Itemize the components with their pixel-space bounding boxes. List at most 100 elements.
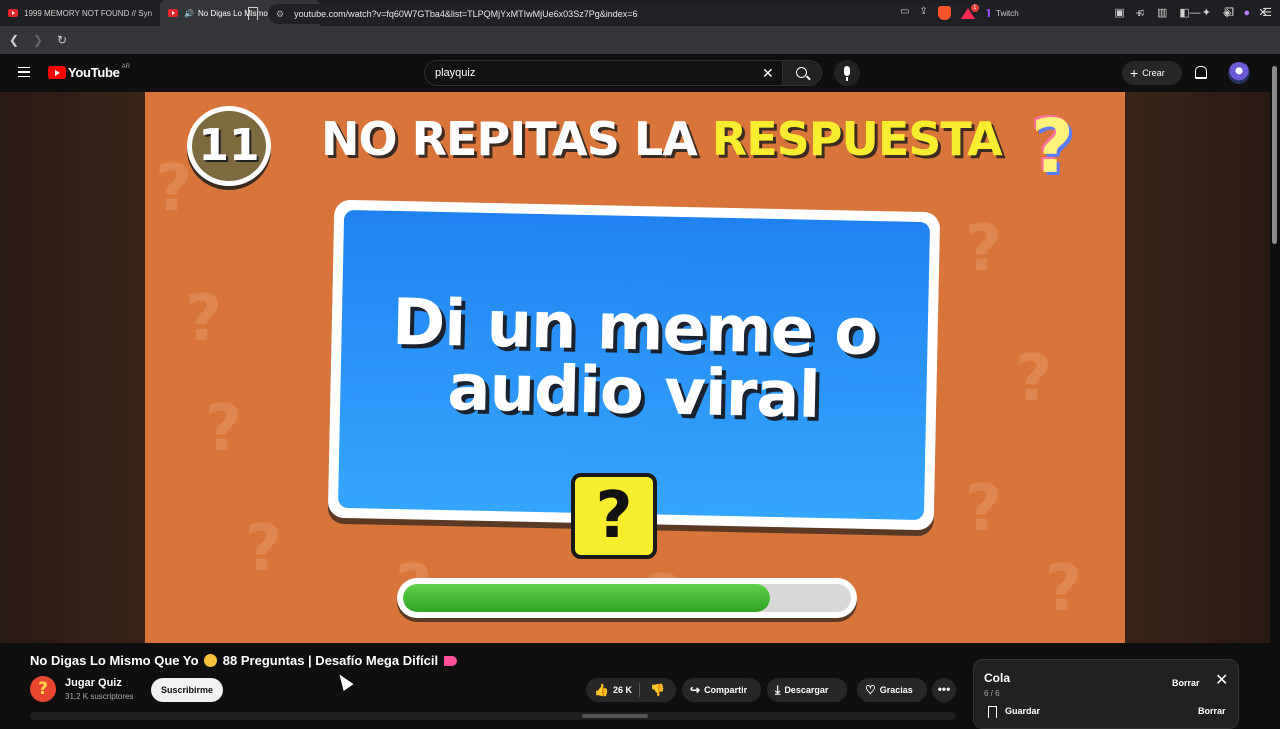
- bg-question-mark: ?: [245, 512, 283, 586]
- youtube-icon: [8, 9, 18, 17]
- reading-list-icon[interactable]: ▥: [1157, 6, 1167, 20]
- youtube-icon: [168, 9, 178, 17]
- bg-question-mark: ?: [155, 152, 193, 226]
- browser-tab-label: Twitch: [996, 8, 1019, 18]
- bg-question-mark: ?: [1015, 342, 1053, 416]
- voice-search-icon[interactable]: [834, 60, 860, 86]
- thanks-button[interactable]: ♡ Gracias: [857, 678, 927, 702]
- queue-clear-button[interactable]: Borrar: [1172, 678, 1200, 688]
- wallet-icon[interactable]: ▣: [1114, 6, 1124, 20]
- headline-prefix: NO REPITAS LA: [321, 112, 712, 166]
- leo-ai-icon[interactable]: ●: [1243, 6, 1250, 20]
- timer-track: [403, 584, 851, 612]
- back-button[interactable]: ❮: [4, 33, 24, 47]
- scrollbar-thumb[interactable]: [582, 714, 648, 718]
- plus-icon: +: [1130, 65, 1139, 81]
- close-icon[interactable]: ✕: [1215, 673, 1228, 689]
- bg-question-mark: ?: [1045, 552, 1083, 626]
- share-page-icon[interactable]: ⇪: [919, 6, 927, 20]
- bg-question-mark: ?: [965, 212, 1003, 286]
- download-button[interactable]: ⤓ Descargar: [767, 678, 847, 702]
- rewards-count-badge: 1: [970, 4, 979, 12]
- video-player[interactable]: ? ? ? ? ? ? ? ? ? ? 11 NO REPITAS LA RES…: [145, 92, 1125, 643]
- browser-tab[interactable]: Twitch: [972, 0, 1122, 26]
- queue-save-button[interactable]: Guardar: [1005, 706, 1040, 716]
- create-label: Crear: [1142, 68, 1165, 78]
- queue-count: 6 / 6: [984, 689, 1000, 698]
- menu-icon[interactable]: ☰: [1262, 6, 1272, 20]
- subscriber-count: 31,2 K suscriptores: [65, 692, 134, 701]
- share-label: Compartir: [704, 685, 748, 695]
- question-box-icon: ?: [571, 473, 657, 559]
- scrollbar-thumb[interactable]: [1272, 66, 1277, 244]
- prompt-text: Di un meme o audio viral: [340, 286, 929, 433]
- divider: [639, 683, 640, 697]
- guide-menu-icon[interactable]: [18, 67, 30, 77]
- video-title-part-1: No Digas Lo Mismo Que Yo: [30, 653, 199, 668]
- browser-toolbar-right: ▣ ♫ ▥ ◧ ✦ ◈ ● ☰: [1114, 6, 1272, 20]
- address-bar: ❮ ❯ ↻: [0, 26, 1280, 54]
- extensions-icon[interactable]: ✦: [1202, 6, 1211, 20]
- share-button[interactable]: ↪ Compartir: [682, 678, 761, 702]
- youtube-wordmark: YouTube: [68, 65, 120, 80]
- channel-name[interactable]: Jugar Quiz: [65, 677, 122, 689]
- download-label: Descargar: [784, 685, 829, 695]
- like-count: 26 K: [612, 685, 632, 695]
- youtube-header: YouTube AR playquiz ✕ + Crear: [0, 54, 1280, 92]
- like-dislike-group: 👍 26 K 👎: [586, 678, 676, 702]
- url-text: youtube.com/watch?v=fq60W7GTba4&list=TLP…: [294, 9, 638, 19]
- search-input[interactable]: playquiz: [424, 60, 782, 86]
- search-button[interactable]: [782, 60, 822, 86]
- like-button[interactable]: 👍 26 K: [594, 678, 632, 702]
- headline-highlight: RESPUESTA: [711, 112, 1003, 166]
- queue-panel: Cola 6 / 6 Borrar ✕ Guardar Borrar: [973, 659, 1239, 729]
- horizontal-scrollbar[interactable]: [30, 712, 956, 720]
- subscribe-button[interactable]: Suscribirme: [151, 678, 223, 702]
- question-mark-icon: ?: [1031, 104, 1074, 190]
- bookmark-icon: [988, 706, 997, 718]
- url-field[interactable]: ⚙ youtube.com/watch?v=fq60W7GTba4&list=T…: [268, 4, 988, 24]
- sidebar-icon[interactable]: ◧: [1179, 6, 1189, 20]
- bg-question-mark: ?: [185, 282, 223, 356]
- bookmark-icon[interactable]: [248, 7, 258, 20]
- brave-rewards-icon[interactable]: 1: [960, 4, 979, 19]
- timer-bar: [397, 578, 857, 618]
- thinking-face-icon: [204, 654, 218, 667]
- reload-button[interactable]: ↻: [52, 33, 72, 47]
- level-badge: 11: [187, 106, 271, 186]
- bg-question-mark: ?: [205, 392, 243, 466]
- brave-shields-icon[interactable]: [937, 6, 951, 20]
- queue-clear-button-2[interactable]: Borrar: [1198, 706, 1226, 716]
- youtube-play-icon: [48, 66, 66, 79]
- bg-question-mark: ?: [965, 472, 1003, 546]
- download-icon: ⤓: [775, 683, 781, 697]
- account-avatar[interactable]: [1228, 62, 1250, 84]
- music-icon[interactable]: ♫: [1137, 6, 1145, 20]
- browser-tab[interactable]: 1999 MEMORY NOT FOUND // Synth: [0, 0, 160, 26]
- region-code: AR: [121, 63, 130, 70]
- search-icon: [796, 67, 807, 78]
- url-actions: ▭ ⇪ 1: [900, 4, 979, 20]
- share-icon: ↪: [690, 683, 701, 697]
- thumbs-down-icon: 👎: [650, 683, 665, 697]
- video-headline: NO REPITAS LA RESPUESTA: [321, 112, 1003, 166]
- speaker-icon[interactable]: 🔊: [184, 9, 194, 18]
- cast-icon[interactable]: ▭: [900, 6, 909, 20]
- video-title-part-2: 88 Preguntas | Desafío Mega Difícil: [222, 653, 439, 668]
- clear-search-icon[interactable]: ✕: [762, 64, 774, 82]
- mouse-cursor-icon: [334, 671, 354, 691]
- create-button[interactable]: + Crear: [1122, 61, 1182, 85]
- queue-title: Cola: [984, 671, 1011, 685]
- dislike-button[interactable]: 👎: [650, 678, 665, 702]
- browser-tab-label: 1999 MEMORY NOT FOUND // Synth: [24, 8, 152, 18]
- site-info-icon[interactable]: ⚙: [276, 9, 284, 20]
- vpn-icon[interactable]: ◈: [1223, 6, 1231, 20]
- channel-avatar[interactable]: ?: [30, 676, 56, 702]
- heart-dollar-icon: ♡: [865, 683, 876, 697]
- more-actions-button[interactable]: •••: [932, 678, 956, 702]
- video-title: No Digas Lo Mismo Que Yo 88 Preguntas | …: [30, 653, 457, 668]
- megaphone-icon: [443, 656, 457, 666]
- forward-button[interactable]: ❯: [28, 33, 48, 47]
- youtube-logo[interactable]: YouTube AR: [48, 63, 130, 80]
- notifications-icon[interactable]: [1193, 65, 1207, 79]
